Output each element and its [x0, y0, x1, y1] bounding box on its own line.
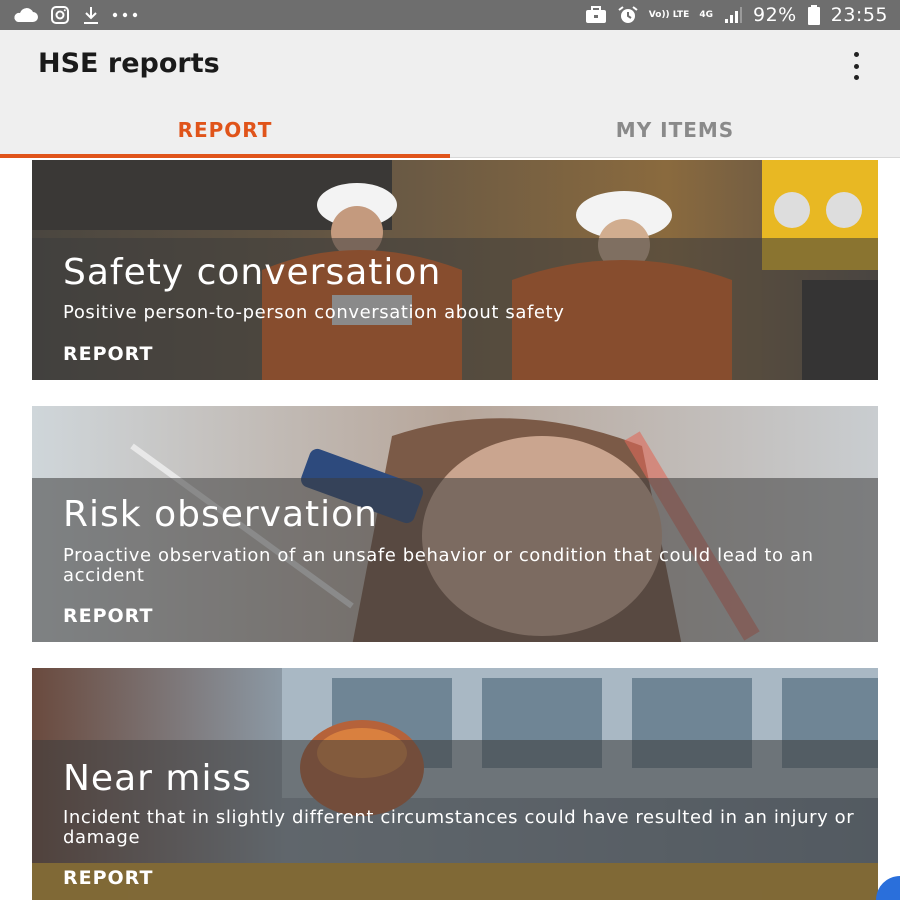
download-icon [82, 5, 100, 25]
tab-bar: REPORT MY ITEMS [0, 110, 900, 158]
card-title: Near miss [63, 758, 252, 799]
tab-my-items[interactable]: MY ITEMS [450, 110, 900, 158]
card-description: Positive person-to-person conversation a… [63, 302, 565, 323]
card-title: Risk observation [63, 494, 378, 535]
tab-report[interactable]: REPORT [0, 110, 450, 158]
battery-icon [807, 5, 821, 25]
battery-percent: 92% [753, 4, 797, 26]
alarm-icon [617, 5, 639, 25]
clock: 23:55 [830, 4, 888, 26]
cloud-icon [12, 7, 38, 23]
card-near-miss[interactable]: Near miss Incident that in slightly diff… [32, 668, 878, 900]
card-risk-observation[interactable]: Risk observation Proactive observation o… [32, 406, 878, 642]
network-4g-icon: 4G [699, 9, 713, 20]
report-button[interactable]: REPORT [63, 343, 153, 365]
report-button[interactable]: REPORT [63, 867, 153, 889]
more-vert-icon[interactable] [848, 52, 864, 80]
more-horiz-icon [112, 12, 138, 18]
app-bar: HSE reports REPORT MY ITEMS [0, 30, 900, 158]
status-bar-left [12, 5, 138, 25]
app-title: HSE reports [38, 48, 220, 79]
report-button[interactable]: REPORT [63, 605, 153, 627]
instagram-icon [50, 5, 70, 25]
card-safety-conversation[interactable]: Safety conversation Positive person-to-p… [32, 160, 878, 380]
card-title: Safety conversation [63, 252, 442, 293]
status-bar-right: Vo)) LTE 4G 92% 23:55 [585, 4, 888, 26]
corner-badge-icon [876, 876, 900, 900]
briefcase-icon [585, 6, 607, 24]
signal-icon [723, 6, 743, 24]
card-description: Incident that in slightly different circ… [63, 807, 855, 848]
status-bar: Vo)) LTE 4G 92% 23:55 [0, 0, 900, 30]
card-description: Proactive observation of an unsafe behav… [63, 545, 814, 586]
volte-icon: Vo)) LTE [648, 9, 690, 20]
